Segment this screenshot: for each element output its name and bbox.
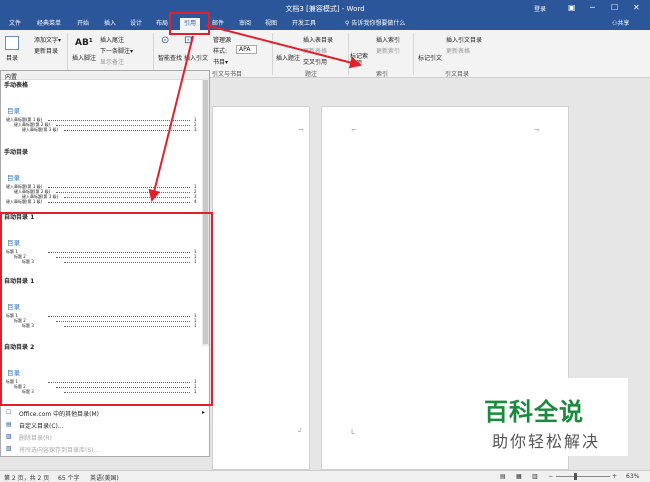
annotation-arrow-right [204,24,362,69]
watermark-brand: 百科全说 [484,398,584,426]
annotation-arrow-down [148,35,194,202]
watermark-slogan: 助你轻松解决 [492,432,601,451]
